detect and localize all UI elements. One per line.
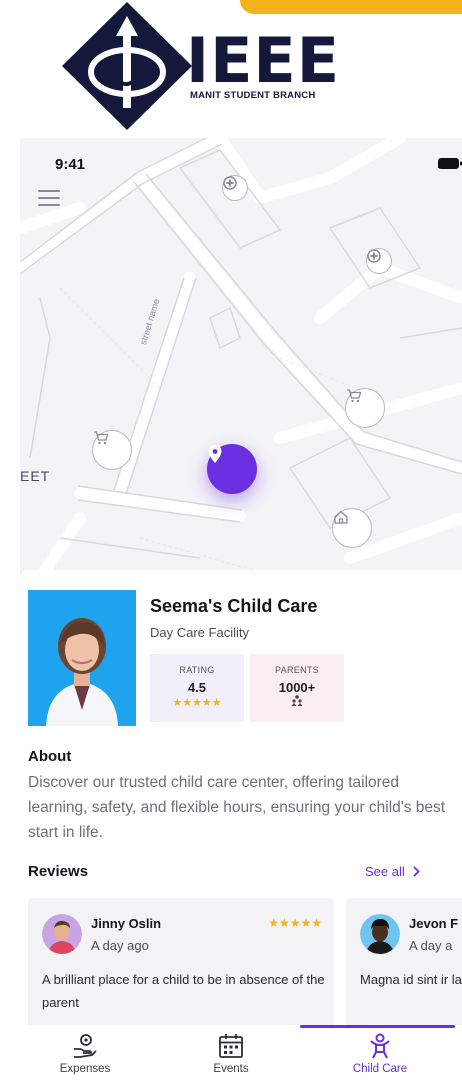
map-street-label: EET xyxy=(20,468,51,484)
status-time: 9:41 xyxy=(55,156,86,173)
battery-icon xyxy=(438,158,462,169)
nav-item-expenses[interactable]: Expenses xyxy=(30,1033,140,1075)
facility-name: Seema's Child Care xyxy=(150,596,318,616)
review-time: A day a xyxy=(409,938,453,953)
review-text: Magna id sint ir laboris ullamco xyxy=(360,972,462,987)
logo-subtitle: MANIT STUDENT BRANCH xyxy=(190,90,316,101)
bottom-nav: Expenses Events Child Care xyxy=(20,1025,462,1083)
nav-item-child-care[interactable]: Child Care xyxy=(325,1033,435,1075)
parents-stat: PARENTS 1000+ xyxy=(250,654,344,722)
reviewer-avatar xyxy=(360,914,400,954)
review-card[interactable]: Jevon F A day a Magna id sint ir laboris… xyxy=(346,898,462,1030)
reviewer-name: Jinny Oslin xyxy=(91,916,162,931)
hand-coin-icon xyxy=(74,1034,97,1058)
facility-type: Day Care Facility xyxy=(150,625,249,640)
hospital-icon[interactable] xyxy=(366,248,392,274)
nav-label-expenses: Expenses xyxy=(59,1063,111,1075)
parents-label: PARENTS xyxy=(275,665,319,675)
facility-photo xyxy=(28,590,136,726)
cart-icon[interactable] xyxy=(92,430,132,470)
menu-icon[interactable] xyxy=(38,190,60,206)
calendar-icon xyxy=(219,1034,243,1058)
child-icon xyxy=(370,1033,390,1059)
ieee-logo: IEEE MANIT STUDENT BRANCH xyxy=(60,0,360,132)
logo-wordmark: IEEE xyxy=(186,24,341,97)
rating-value: 4.5 xyxy=(187,680,207,695)
map-streets xyxy=(20,138,462,578)
parents-value: 1000+ xyxy=(278,680,316,695)
ieee-diamond-icon xyxy=(62,2,192,130)
nav-label-events: Events xyxy=(213,1063,249,1075)
nav-label-child-care: Child Care xyxy=(352,1063,408,1075)
about-title: About xyxy=(28,748,72,765)
chevron-right-icon xyxy=(413,866,420,877)
map-view[interactable]: 9:41 EET street name xyxy=(20,138,462,578)
nav-active-indicator xyxy=(300,1025,455,1028)
phone-screen: 9:41 EET street name Seema's Child Care … xyxy=(20,138,462,1083)
review-time: A day ago xyxy=(91,938,149,953)
facility-card: Seema's Child Care Day Care Facility RAT… xyxy=(20,570,462,1083)
hospital-icon[interactable] xyxy=(222,175,248,201)
home-icon[interactable] xyxy=(332,508,372,548)
see-all-link[interactable]: See all xyxy=(365,864,420,879)
see-all-label: See all xyxy=(365,864,405,879)
review-text: A brilliant place for a child to be in a… xyxy=(42,972,325,1010)
reviews-title: Reviews xyxy=(28,863,89,880)
review-stars: ★★★★★ xyxy=(268,916,322,930)
location-pin-icon[interactable] xyxy=(207,444,257,494)
about-text: Discover our trusted child care center, … xyxy=(28,774,446,841)
cart-icon[interactable] xyxy=(345,388,385,428)
reviewer-name: Jevon F xyxy=(409,916,459,931)
reviewer-avatar xyxy=(42,914,82,954)
rating-stars: ★★★★★ xyxy=(172,697,222,709)
rating-stat: RATING 4.5 ★★★★★ xyxy=(150,654,244,722)
people-icon xyxy=(250,695,344,709)
rating-label: RATING xyxy=(179,665,215,675)
nav-item-events[interactable]: Events xyxy=(176,1033,286,1075)
review-card[interactable]: Jinny Oslin A day ago ★★★★★ A brilliant … xyxy=(28,898,334,1030)
